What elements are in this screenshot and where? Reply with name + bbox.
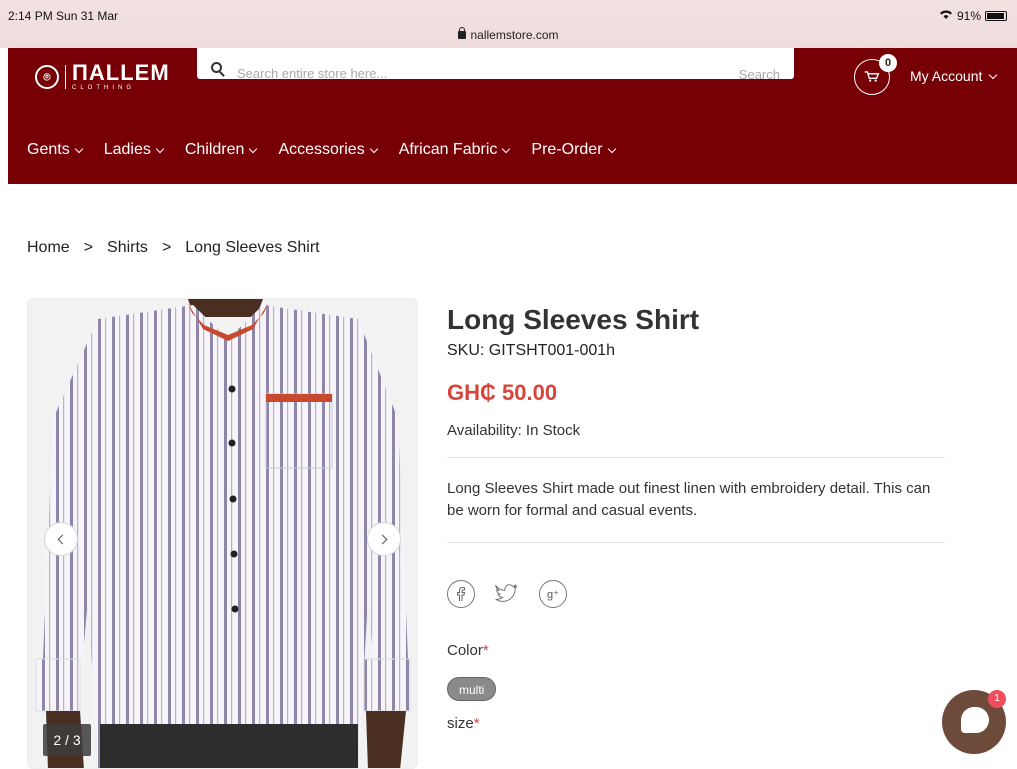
nav-item-pre-order[interactable]: Pre-Order: [531, 141, 616, 159]
product-price: GH₵ 50.00: [447, 380, 558, 405]
chevron-down-icon: [607, 144, 616, 153]
site-logo[interactable]: ⌾ ΠALLEM CLOTHING: [35, 62, 170, 92]
chevron-left-icon: [57, 534, 68, 544]
search-bar: Search: [197, 48, 794, 79]
nav-label: Accessories: [278, 141, 365, 158]
google-plus-glyph: g⁺: [547, 588, 559, 601]
breadcrumb-current: Long Sleeves Shirt: [185, 239, 320, 256]
nav-label: Pre-Order: [531, 141, 603, 158]
nav-item-gents[interactable]: Gents: [27, 141, 83, 159]
chevron-down-icon: [155, 144, 165, 153]
nav-item-ladies[interactable]: Ladies: [103, 141, 165, 159]
nav-label: Children: [184, 141, 245, 158]
search-icon[interactable]: [211, 62, 222, 73]
address-bar[interactable]: nallemstore.com: [0, 27, 1017, 42]
nav-item-african-fabric[interactable]: African Fabric: [398, 141, 511, 159]
product-details: Long Sleeves Shirt SKU: GITSHT001-001h G…: [447, 300, 945, 732]
chevron-down-icon: [502, 144, 511, 153]
nav-label: Ladies: [103, 141, 151, 158]
logo-subtitle: CLOTHING: [72, 85, 136, 91]
required-mark: *: [482, 642, 489, 659]
my-account-label: My Account: [910, 68, 983, 84]
chat-unread-badge: 1: [988, 690, 1006, 708]
gallery-next-button[interactable]: [367, 522, 401, 556]
divider: [447, 457, 945, 458]
chevron-down-icon: [369, 144, 378, 153]
chevron-right-icon: [377, 534, 388, 544]
my-account-menu[interactable]: My Account: [910, 68, 998, 84]
gallery-counter: 2 / 3: [43, 724, 91, 756]
chevron-down-icon: [74, 144, 83, 153]
logo-text: ΠALLEM CLOTHING: [72, 62, 170, 92]
status-time: 2:14 PM Sun 31 Mar: [8, 9, 119, 23]
lock-icon: [458, 27, 467, 39]
color-options: multi: [447, 677, 945, 701]
cart-button[interactable]: 0: [854, 54, 897, 95]
logo-divider: [65, 65, 66, 89]
product-sku: SKU: GITSHT001-001h: [447, 342, 616, 359]
cart-icon: [864, 71, 880, 82]
breadcrumb-shirts[interactable]: Shirts: [107, 239, 148, 257]
size-label-text: size: [447, 715, 474, 732]
color-label: Color*: [447, 642, 945, 659]
color-label-text: Color: [447, 642, 483, 659]
nav-item-accessories[interactable]: Accessories: [278, 141, 378, 159]
site-header: ⌾ ΠALLEM CLOTHING Search 0 My Account Ge…: [8, 48, 1017, 184]
chat-bubble-icon: [961, 707, 989, 733]
color-option-multi[interactable]: multi: [447, 677, 497, 701]
url-text: nallemstore.com: [470, 28, 559, 42]
chevron-down-icon: [989, 70, 998, 79]
breadcrumb-separator: >: [83, 239, 94, 256]
share-links: g⁺: [447, 580, 945, 608]
battery-percent: 91%: [956, 9, 981, 23]
logo-emblem-icon: ⌾: [35, 65, 59, 89]
battery-icon: [985, 11, 1007, 21]
breadcrumb: Home > Shirts > Long Sleeves Shirt: [27, 239, 320, 257]
twitter-icon[interactable]: [493, 580, 521, 608]
breadcrumb-separator: >: [161, 239, 172, 256]
gallery-prev-button[interactable]: [44, 522, 78, 556]
nav-label: Gents: [27, 141, 70, 158]
browser-status-bar: 2:14 PM Sun 31 Mar 91% nallemstore.com: [0, 0, 1017, 48]
product-availability: Availability: In Stock: [447, 422, 581, 439]
status-indicators: 91%: [939, 9, 1007, 23]
product-title: Long Sleeves Shirt: [447, 304, 700, 335]
main-nav: Gents Ladies Children Accessories Africa…: [27, 141, 616, 159]
facebook-icon[interactable]: [447, 580, 475, 608]
product-description: Long Sleeves Shirt made out finest linen…: [447, 480, 931, 519]
nav-item-children[interactable]: Children: [184, 141, 258, 159]
product-image: [28, 299, 417, 768]
size-label: size*: [447, 715, 945, 732]
divider: [447, 542, 945, 543]
google-plus-icon[interactable]: g⁺: [539, 580, 567, 608]
search-button[interactable]: Search: [739, 67, 780, 79]
breadcrumb-home[interactable]: Home: [27, 239, 70, 257]
chevron-down-icon: [249, 144, 258, 153]
search-input[interactable]: [237, 66, 677, 79]
logo-brand: ΠALLEM: [72, 60, 170, 85]
cart-count-badge: 0: [879, 54, 897, 72]
required-mark: *: [473, 715, 480, 732]
product-gallery: 2 / 3: [27, 298, 418, 769]
wifi-icon: [939, 9, 953, 23]
nav-label: African Fabric: [398, 141, 498, 158]
chat-widget-button[interactable]: 1: [942, 690, 1006, 754]
